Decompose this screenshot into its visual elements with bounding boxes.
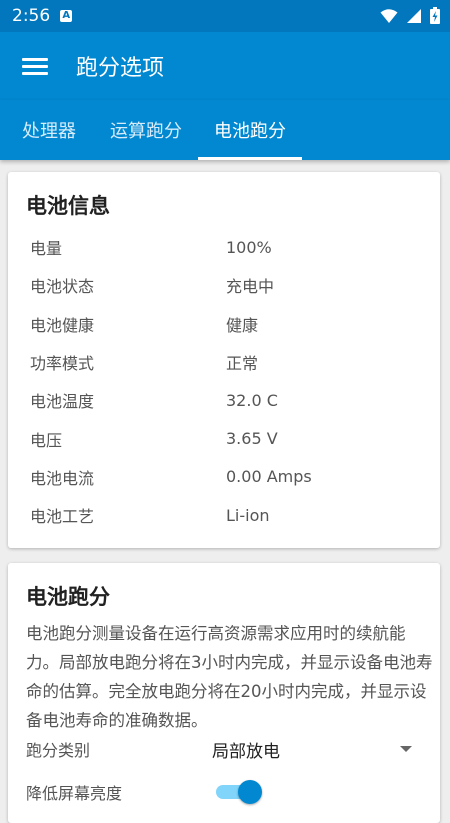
tab-battery-benchmark[interactable]: 电池跑分: [198, 100, 302, 160]
battery-info-card: 电池信息 电量 100% 电池状态 充电中 电池健康 健康 功率模式 正常 电池…: [8, 172, 440, 548]
info-row-temperature: 电池温度 32.0 C: [30, 381, 430, 419]
dim-screen-row: 降低屏幕亮度: [26, 776, 426, 808]
hamburger-menu-icon[interactable]: [22, 56, 48, 76]
info-value: 健康: [226, 315, 259, 335]
info-value: 100%: [226, 237, 272, 257]
status-icons: [380, 7, 440, 24]
tab-compute-benchmark[interactable]: 运算跑分: [94, 100, 198, 160]
info-row-power-mode: 功率模式 正常: [30, 343, 430, 381]
info-label: 电池温度: [30, 392, 95, 412]
battery-benchmark-card: 电池跑分 电池跑分测量设备在运行高资源需求应用时的续航能力。局部放电跑分将在3小…: [8, 563, 440, 823]
dim-screen-label: 降低屏幕亮度: [26, 784, 123, 803]
info-value: 0.00 Amps: [226, 467, 312, 487]
toggle-knob: [238, 780, 262, 804]
info-row-technology: 电池工艺 Li-ion: [30, 496, 430, 534]
status-bar: 2:56 A: [0, 0, 450, 32]
tab-processor[interactable]: 处理器: [4, 100, 94, 160]
info-label: 功率模式: [30, 354, 95, 374]
dim-screen-toggle[interactable]: [212, 780, 262, 804]
tab-bar: 处理器 运算跑分 电池跑分: [0, 100, 450, 160]
info-row-health: 电池健康 健康: [30, 305, 430, 343]
signal-icon: [407, 8, 421, 23]
info-value: 3.65 V: [226, 429, 278, 449]
info-row-status: 电池状态 充电中: [30, 266, 430, 304]
battery-charging-icon: [430, 7, 440, 24]
info-value: 充电中: [226, 277, 275, 297]
dropdown-arrow-icon[interactable]: [400, 746, 412, 752]
info-label: 电压: [30, 430, 63, 450]
info-row-level: 电量 100%: [30, 228, 430, 266]
info-label: 电池状态: [30, 277, 95, 297]
status-time: 2:56: [12, 6, 51, 26]
battery-benchmark-description: 电池跑分测量设备在运行高资源需求应用时的续航能力。局部放电跑分将在3小时内完成，…: [26, 624, 433, 730]
benchmark-type-label: 跑分类别: [26, 741, 91, 760]
benchmark-type-select[interactable]: 局部放电: [212, 737, 400, 762]
notification-a-icon: A: [60, 10, 73, 22]
info-label: 电池工艺: [30, 507, 95, 527]
info-label: 电量: [30, 239, 63, 259]
info-row-current: 电池电流 0.00 Amps: [30, 458, 430, 496]
battery-benchmark-title: 电池跑分: [26, 585, 110, 609]
battery-info-list: 电量 100% 电池状态 充电中 电池健康 健康 功率模式 正常 电池温度 32…: [30, 228, 430, 534]
info-value: 32.0 C: [226, 390, 278, 410]
battery-info-title: 电池信息: [26, 194, 110, 218]
info-value: 正常: [226, 354, 259, 374]
info-value: Li-ion: [226, 505, 270, 525]
app-bar: 跑分选项: [0, 32, 450, 100]
wifi-icon: [380, 8, 398, 23]
page-title: 跑分选项: [76, 56, 165, 81]
info-label: 电池电流: [30, 468, 95, 488]
benchmark-type-row: 跑分类别 局部放电: [26, 733, 426, 765]
info-row-voltage: 电压 3.65 V: [30, 419, 430, 457]
info-label: 电池健康: [30, 315, 95, 335]
